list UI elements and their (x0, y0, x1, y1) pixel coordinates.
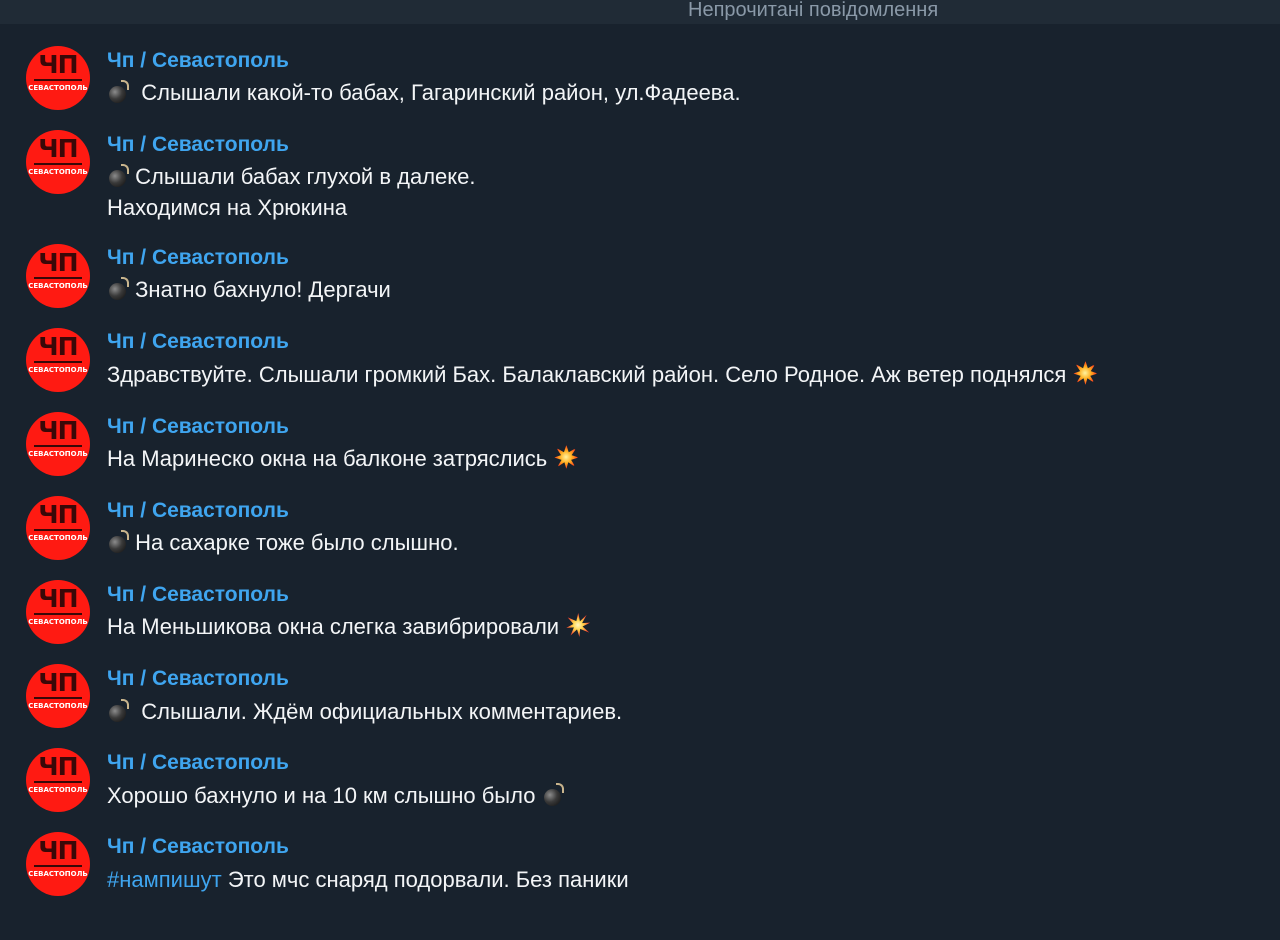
avatar[interactable]: ЧП СЕВАСТОПОЛЬ (26, 244, 90, 308)
avatar-logo-text: ЧП (38, 752, 78, 781)
avatar-logo-rule (34, 445, 82, 447)
bomb-icon (107, 80, 129, 103)
message-line: Здравствуйте. Слышали громкий Бах. Балак… (107, 362, 1067, 387)
collision-icon (565, 612, 591, 638)
message-text: Здравствуйте. Слышали громкий Бах. Балак… (107, 359, 1098, 390)
avatar-logo-rule (34, 781, 82, 783)
avatar[interactable]: ЧП СЕВАСТОПОЛЬ (26, 580, 90, 644)
sender-name[interactable]: Чп / Севастополь (107, 414, 289, 440)
unread-messages-label: Непрочитані повідомлення (688, 0, 939, 21)
avatar-logo-subtext: СЕВАСТОПОЛЬ (28, 366, 88, 374)
sender-name[interactable]: Чп / Севастополь (107, 329, 289, 355)
message-text: Слышали бабах глухой в далеке. Находимся… (107, 161, 476, 223)
avatar-logo-rule (34, 697, 82, 699)
sender-name[interactable]: Чп / Севастополь (107, 750, 289, 776)
avatar-logo-subtext: СЕВАСТОПОЛЬ (28, 618, 88, 626)
chat-view: Непрочитані повідомлення ЧП СЕВАСТОПОЛЬ … (0, 0, 1280, 940)
avatar-logo-subtext: СЕВАСТОПОЛЬ (28, 870, 88, 878)
avatar-logo-text: ЧП (38, 416, 78, 445)
bomb-icon (107, 164, 129, 187)
avatar[interactable]: ЧП СЕВАСТОПОЛЬ (26, 412, 90, 476)
avatar-logo-text: ЧП (38, 248, 78, 277)
bomb-icon (107, 277, 129, 300)
avatar-logo-rule (34, 865, 82, 867)
avatar[interactable]: ЧП СЕВАСТОПОЛЬ (26, 496, 90, 560)
message-text: Знатно бахнуло! Дергачи (107, 274, 391, 305)
message-text: На Маринеско окна на балконе затряслись (107, 443, 579, 474)
avatar[interactable]: ЧП СЕВАСТОПОЛЬ (26, 748, 90, 812)
message-line: Находимся на Хрюкина (107, 195, 348, 220)
message-line: Слышали. Ждём официальных комментариев. (141, 699, 623, 724)
sender-name[interactable]: Чп / Севастополь (107, 498, 289, 524)
unread-messages-divider: Непрочитані повідомлення (0, 0, 1280, 24)
message-text: #нампишут Это мчс снаряд подорвали. Без … (107, 864, 629, 895)
sender-name[interactable]: Чп / Севастополь (107, 834, 289, 860)
hashtag-link[interactable]: #нампишут (107, 867, 222, 892)
avatar-logo-subtext: СЕВАСТОПОЛЬ (28, 84, 88, 92)
avatar-logo-subtext: СЕВАСТОПОЛЬ (28, 702, 88, 710)
avatar-logo-text: ЧП (38, 500, 78, 529)
message-line: На Меньшикова окна слегка завибрировали (107, 614, 560, 639)
message-line: Слышали какой-то бабах, Гагаринский райо… (141, 80, 741, 105)
bomb-icon (107, 530, 129, 553)
message-text: На сахарке тоже было слышно. (107, 527, 459, 558)
avatar-logo-rule (34, 361, 82, 363)
sender-name[interactable]: Чп / Севастополь (107, 48, 289, 74)
avatar[interactable]: ЧП СЕВАСТОПОЛЬ (26, 130, 90, 194)
avatar-logo-text: ЧП (38, 134, 78, 163)
message-text: Хорошо бахнуло и на 10 км слышно было (107, 780, 564, 811)
message-text: На Меньшикова окна слегка завибрировали (107, 611, 591, 642)
bomb-icon (542, 783, 564, 806)
message-line: Хорошо бахнуло и на 10 км слышно было (107, 783, 536, 808)
avatar-logo-subtext: СЕВАСТОПОЛЬ (28, 534, 88, 542)
avatar-logo-rule (34, 163, 82, 165)
message-line: На сахарке тоже было слышно. (135, 530, 459, 555)
sender-name[interactable]: Чп / Севастополь (107, 245, 289, 271)
avatar[interactable]: ЧП СЕВАСТОПОЛЬ (26, 46, 90, 110)
avatar[interactable]: ЧП СЕВАСТОПОЛЬ (26, 664, 90, 728)
avatar-logo-rule (34, 529, 82, 531)
sender-name[interactable]: Чп / Севастополь (107, 582, 289, 608)
sender-name[interactable]: Чп / Севастополь (107, 666, 289, 692)
avatar-logo-rule (34, 79, 82, 81)
avatar-logo-subtext: СЕВАСТОПОЛЬ (28, 786, 88, 794)
message-line: Знатно бахнуло! Дергачи (135, 277, 391, 302)
avatar-logo-subtext: СЕВАСТОПОЛЬ (28, 168, 88, 176)
sender-name[interactable]: Чп / Севастополь (107, 132, 289, 158)
avatar[interactable]: ЧП СЕВАСТОПОЛЬ (26, 832, 90, 896)
avatar[interactable]: ЧП СЕВАСТОПОЛЬ (26, 328, 90, 392)
avatar-logo-rule (34, 277, 82, 279)
boom-icon (1072, 360, 1098, 386)
avatar-logo-rule (34, 613, 82, 615)
avatar-logo-subtext: СЕВАСТОПОЛЬ (28, 282, 88, 290)
avatar-logo-text: ЧП (38, 668, 78, 697)
boom-icon (553, 444, 579, 470)
bomb-icon (107, 699, 129, 722)
message-line: На Маринеско окна на балконе затряслись (107, 446, 548, 471)
message-text: Слышали какой-то бабах, Гагаринский райо… (107, 77, 741, 108)
message-line: Слышали бабах глухой в далеке. (135, 164, 476, 189)
avatar-logo-text: ЧП (38, 50, 78, 79)
avatar-logo-subtext: СЕВАСТОПОЛЬ (28, 450, 88, 458)
message-line: Это мчс снаряд подорвали. Без паники (227, 867, 629, 892)
avatar-logo-text: ЧП (38, 332, 78, 361)
avatar-logo-text: ЧП (38, 584, 78, 613)
avatar-logo-text: ЧП (38, 836, 78, 865)
message-text: Слышали. Ждём официальных комментариев. (107, 696, 622, 727)
